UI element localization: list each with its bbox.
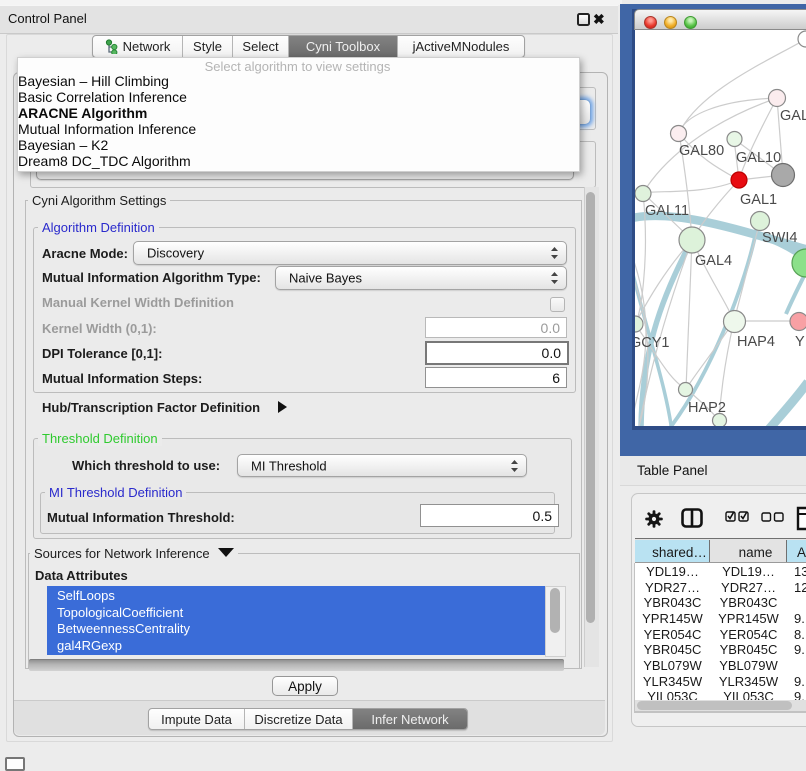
svg-text:GAL11: GAL11 [645,203,689,219]
svg-text:GAL4: GAL4 [695,253,732,269]
svg-text:GCY1: GCY1 [635,335,670,351]
svg-text:GAL10: GAL10 [736,150,781,166]
svg-text:GAL1: GAL1 [740,192,777,208]
svg-text:HAP2: HAP2 [688,400,726,416]
svg-text:GAL2: GAL2 [780,108,806,124]
svg-text:Y: Y [795,334,805,350]
svg-text:HAP4: HAP4 [737,334,775,350]
svg-text:SWI4: SWI4 [762,230,797,246]
svg-text:GAL80: GAL80 [679,143,724,159]
